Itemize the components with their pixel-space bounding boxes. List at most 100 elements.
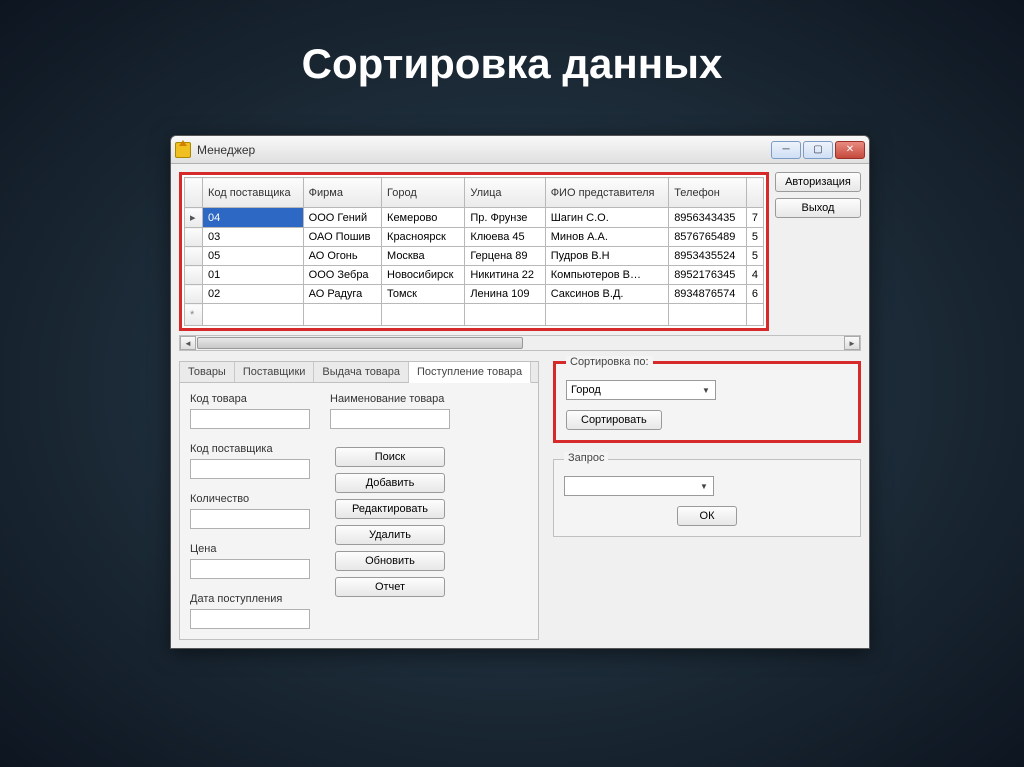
app-icon	[175, 142, 191, 158]
cell[interactable]: Компьютеров В…	[545, 266, 669, 285]
row-marker	[185, 285, 203, 304]
col-header[interactable]: Код поставщика	[203, 178, 304, 208]
table-row[interactable]: 01ООО ЗебраНовосибирскНикитина 22Компьют…	[185, 266, 764, 285]
cell[interactable]: 05	[203, 247, 304, 266]
cell[interactable]: Минов А.А.	[545, 228, 669, 247]
cell[interactable]: 5	[746, 247, 763, 266]
cell[interactable]	[382, 304, 465, 326]
cell[interactable]: 4	[746, 266, 763, 285]
cell[interactable]: Кемерово	[382, 208, 465, 228]
cell[interactable]: ООО Гений	[303, 208, 381, 228]
auth-button[interactable]: Авторизация	[775, 172, 861, 192]
cell[interactable]: Шагин С.О.	[545, 208, 669, 228]
table-row[interactable]: 03ОАО ПошивКрасноярскКлюева 45Минов А.А.…	[185, 228, 764, 247]
cell[interactable]: Саксинов В.Д.	[545, 285, 669, 304]
row-marker: *	[185, 304, 203, 326]
row-marker	[185, 266, 203, 285]
col-header[interactable]: Телефон	[669, 178, 747, 208]
new-row[interactable]: *	[185, 304, 764, 326]
cell[interactable]: Новосибирск	[382, 266, 465, 285]
h-scrollbar[interactable]: ◄ ►	[179, 335, 861, 351]
action-button-2[interactable]: Редактировать	[335, 499, 445, 519]
cell[interactable]: 8953435524	[669, 247, 747, 266]
tab-3[interactable]: Поступление товара	[409, 362, 531, 383]
name-input[interactable]	[330, 409, 450, 429]
col-header[interactable]: Фирма	[303, 178, 381, 208]
sort-field-combo[interactable]: Город ▼	[566, 380, 716, 400]
field-label: Код товара	[190, 393, 310, 405]
minimize-button[interactable]: ─	[771, 141, 801, 159]
cell[interactable]	[303, 304, 381, 326]
col-header[interactable]: Город	[382, 178, 465, 208]
form-input-3[interactable]	[190, 559, 310, 579]
row-marker: ▸	[185, 208, 203, 228]
cell[interactable]: 6	[746, 285, 763, 304]
table-row[interactable]: ▸04ООО ГенийКемеровоПр. ФрунзеШагин С.О.…	[185, 208, 764, 228]
col-header[interactable]: ФИО представителя	[545, 178, 669, 208]
sort-groupbox: Сортировка по: Город ▼ Сортировать	[553, 361, 861, 443]
field-label: Количество	[190, 493, 310, 505]
maximize-button[interactable]: ▢	[803, 141, 833, 159]
cell[interactable]: АО Огонь	[303, 247, 381, 266]
cell[interactable]: Ленина 109	[465, 285, 545, 304]
cell[interactable]: Москва	[382, 247, 465, 266]
table-row[interactable]: 02АО РадугаТомскЛенина 109Саксинов В.Д.8…	[185, 285, 764, 304]
cell[interactable]: Клюева 45	[465, 228, 545, 247]
action-button-1[interactable]: Добавить	[335, 473, 445, 493]
row-marker	[185, 247, 203, 266]
titlebar[interactable]: Менеджер ─ ▢ ✕	[171, 136, 869, 164]
row-marker	[185, 228, 203, 247]
action-button-4[interactable]: Обновить	[335, 551, 445, 571]
cell[interactable]: 03	[203, 228, 304, 247]
cell[interactable]	[203, 304, 304, 326]
cell[interactable]: Герцена 89	[465, 247, 545, 266]
cell[interactable]: 04	[203, 208, 304, 228]
col-header[interactable]: Улица	[465, 178, 545, 208]
form-input-4[interactable]	[190, 609, 310, 629]
close-button[interactable]: ✕	[835, 141, 865, 159]
query-groupbox: Запрос ▼ ОК	[553, 459, 861, 537]
suppliers-table-container: Код поставщика Фирма Город Улица ФИО пре…	[179, 172, 769, 331]
query-combo[interactable]: ▼	[564, 476, 714, 496]
cell[interactable]: 01	[203, 266, 304, 285]
table-row[interactable]: 05АО ОгоньМоскваГерцена 89Пудров В.Н8953…	[185, 247, 764, 266]
cell[interactable]	[669, 304, 747, 326]
cell[interactable]: 5	[746, 228, 763, 247]
tab-2[interactable]: Выдача товара	[314, 362, 409, 382]
action-button-0[interactable]: Поиск	[335, 447, 445, 467]
form-input-0[interactable]	[190, 409, 310, 429]
exit-button[interactable]: Выход	[775, 198, 861, 218]
sort-button[interactable]: Сортировать	[566, 410, 662, 430]
cell[interactable]: Пр. Фрунзе	[465, 208, 545, 228]
cell[interactable]: Красноярск	[382, 228, 465, 247]
query-legend: Запрос	[564, 452, 608, 464]
cell[interactable]: 7	[746, 208, 763, 228]
cell[interactable]: ООО Зебра	[303, 266, 381, 285]
cell[interactable]	[545, 304, 669, 326]
scroll-left-icon[interactable]: ◄	[180, 336, 196, 350]
cell[interactable]: 8576765489	[669, 228, 747, 247]
scroll-right-icon[interactable]: ►	[844, 336, 860, 350]
cell[interactable]: Никитина 22	[465, 266, 545, 285]
action-button-3[interactable]: Удалить	[335, 525, 445, 545]
cell[interactable]: Томск	[382, 285, 465, 304]
scroll-thumb[interactable]	[197, 337, 523, 349]
form-input-2[interactable]	[190, 509, 310, 529]
tab-0[interactable]: Товары	[180, 362, 235, 382]
cell[interactable]: 8956343435	[669, 208, 747, 228]
cell[interactable]: 8952176345	[669, 266, 747, 285]
cell[interactable]: Пудров В.Н	[545, 247, 669, 266]
cell[interactable]	[746, 304, 763, 326]
tab-1[interactable]: Поставщики	[235, 362, 315, 382]
cell[interactable]: 02	[203, 285, 304, 304]
cell[interactable]: 8934876574	[669, 285, 747, 304]
field-label: Код поставщика	[190, 443, 310, 455]
form-input-1[interactable]	[190, 459, 310, 479]
cell[interactable]	[465, 304, 545, 326]
action-button-5[interactable]: Отчет	[335, 577, 445, 597]
sort-legend: Сортировка по:	[566, 356, 653, 368]
cell[interactable]: АО Радуга	[303, 285, 381, 304]
suppliers-grid[interactable]: Код поставщика Фирма Город Улица ФИО пре…	[184, 177, 764, 326]
query-ok-button[interactable]: ОК	[677, 506, 738, 526]
cell[interactable]: ОАО Пошив	[303, 228, 381, 247]
